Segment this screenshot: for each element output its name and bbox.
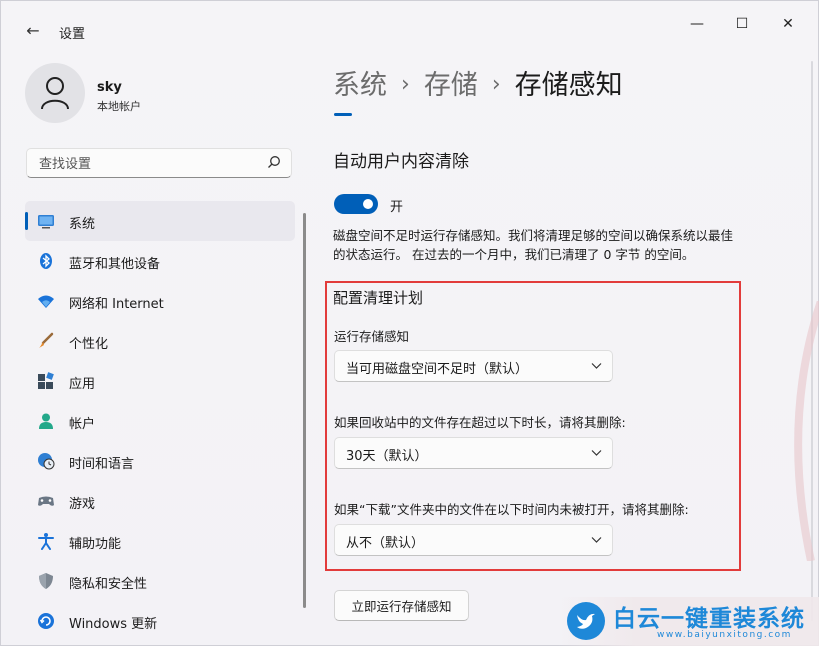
run-schedule-label: 运行存储感知 [334,329,410,344]
description-text: 磁盘空间不足时运行存储感知。我们将清理足够的空间以确保系统以最佳 的状态运行。 … [333,226,793,264]
sidebar-scrollbar[interactable] [303,213,306,608]
breadcrumb-storage[interactable]: 存储 [424,70,478,101]
gamepad-icon [38,496,54,506]
apps-icon [38,372,54,389]
sidebar-item-gaming[interactable]: 游戏 [25,481,295,521]
sidebar-item-network[interactable]: 网络和 Internet [25,281,295,321]
breadcrumb-separator: › [401,72,410,97]
sidebar-item-label: 个性化 [69,337,109,352]
back-button[interactable]: ← [21,19,45,43]
breadcrumb-separator: › [491,72,501,97]
settings-window: ← 设置 — ☐ ✕ sky 本地帐户 系统 [0,0,819,646]
accessibility-icon [38,533,54,550]
sidebar-item-system[interactable]: 系统 [25,201,295,241]
recycle-bin-dropdown[interactable]: 30天（默认） [334,437,613,469]
search-box[interactable] [26,148,292,178]
sidebar-item-apps[interactable]: 应用 [25,361,295,401]
breadcrumb: 系统 › 存储 › 存储感知 [333,63,623,102]
description-line: 的状态运行。 在过去的一个月中，我们已清理了 0 字节 的空间。 [333,247,695,262]
breadcrumb-system[interactable]: 系统 [333,70,387,101]
sidebar-item-label: 蓝牙和其他设备 [69,257,161,272]
page-title: 存储感知 [514,70,623,101]
sidebar-item-accounts[interactable]: 帐户 [25,401,295,441]
person-icon [41,77,69,110]
sidebar-item-windows-update[interactable]: Windows 更新 [25,601,295,641]
bird-icon [577,613,595,629]
watermark-text: 白云一键重装系统 [613,606,805,632]
sidebar-item-accessibility[interactable]: 辅助功能 [25,521,295,561]
downloads-dropdown[interactable]: 从不（默认） [334,524,613,556]
minimize-button[interactable]: — [674,9,720,39]
description-line: 磁盘空间不足时运行存储感知。我们将清理足够的空间以确保系统以最佳 [333,228,734,243]
account-type: 本地帐户 [97,100,141,113]
sidebar-item-label: 网络和 Internet [69,297,164,312]
run-storage-sense-button[interactable]: 立即运行存储感知 [334,590,469,621]
monitor-icon [38,215,54,229]
sidebar-item-bluetooth[interactable]: 蓝牙和其他设备 [25,241,295,281]
dropdown-value: 从不（默认） [346,536,425,551]
brush-icon [39,332,54,348]
watermark-url: www.baiyunxitong.com [657,630,792,640]
section-title: 自动用户内容清除 [333,152,469,172]
search-icon[interactable] [267,155,281,169]
sidebar-item-label: 应用 [69,377,96,392]
sidebar-item-label: Windows 更新 [69,617,158,632]
bluetooth-icon [40,253,52,269]
sidebar-item-label: 系统 [69,217,96,232]
sidebar-item-label: 游戏 [69,497,96,512]
dropdown-value: 30天（默认） [346,449,428,464]
search-input[interactable] [37,154,261,174]
user-name: sky [97,80,122,95]
app-title: 设置 [59,27,86,42]
shield-icon [39,573,53,589]
globe-clock-icon [38,453,55,470]
maximize-button[interactable]: ☐ [719,9,765,39]
toggle-knob [363,199,373,209]
plan-title: 配置清理计划 [333,289,424,307]
dropdown-value: 当可用磁盘空间不足时（默认） [346,362,529,377]
scroll-indicator [334,113,352,116]
run-schedule-dropdown[interactable]: 当可用磁盘空间不足时（默认） [334,350,613,382]
update-icon [38,613,54,629]
cleanup-toggle[interactable] [334,194,378,214]
sidebar-item-label: 帐户 [69,417,96,432]
sidebar-item-label: 隐私和安全性 [69,577,148,592]
avatar[interactable] [25,63,85,123]
sidebar-item-privacy-security[interactable]: 隐私和安全性 [25,561,295,601]
chevron-down-icon [591,450,602,456]
sidebar-item-label: 辅助功能 [69,537,122,552]
sidebar-nav: 系统 蓝牙和其他设备 网络和 Internet 个性化 应用 帐户 时间和语言 … [25,201,295,641]
title-bar: ← 设置 — ☐ ✕ [1,1,818,47]
person-icon [39,413,53,429]
recycle-bin-label: 如果回收站中的文件存在超过以下时长，请将其删除: [334,415,626,430]
sidebar-item-personalization[interactable]: 个性化 [25,321,295,361]
close-button[interactable]: ✕ [765,9,811,39]
wifi-icon [38,295,54,308]
chevron-down-icon [591,537,602,543]
bird-logo [567,602,605,640]
sidebar-item-label: 时间和语言 [69,457,135,472]
downloads-label: 如果“下载”文件夹中的文件在以下时间内未被打开，请将其删除: [334,502,689,517]
chevron-down-icon [591,363,602,369]
toggle-state-label: 开 [390,200,404,215]
sidebar-item-time-language[interactable]: 时间和语言 [25,441,295,481]
watermark-stroke [794,301,819,561]
